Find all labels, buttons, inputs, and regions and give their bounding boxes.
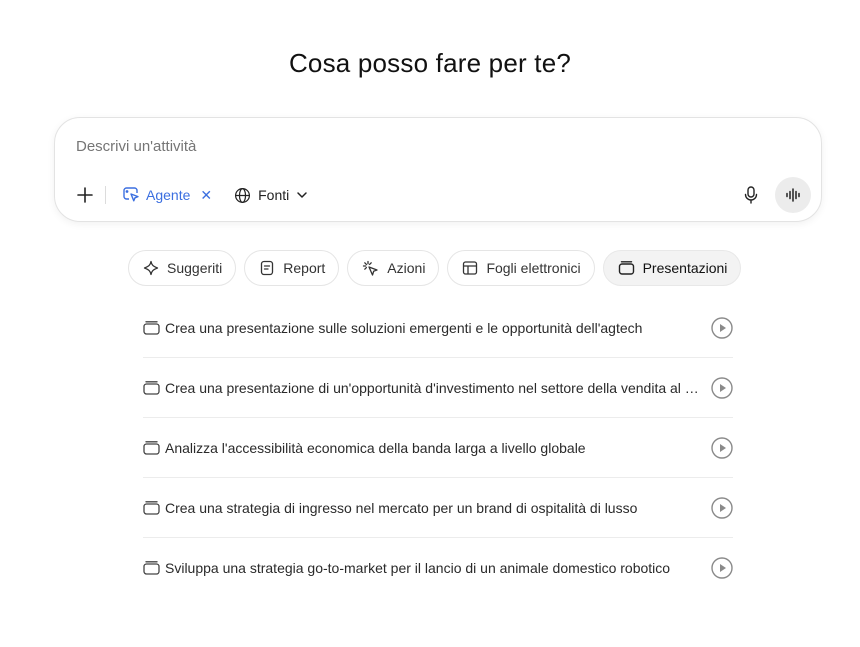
list-item[interactable]: Analizza l'accessibilità economica della… [143,418,733,478]
agent-cursor-icon [123,187,139,202]
microphone-button[interactable] [735,179,767,211]
tab-label: Presentazioni [642,260,728,276]
tab-suggeriti[interactable]: Suggeriti [128,250,237,286]
play-icon[interactable] [711,376,733,399]
list-item[interactable]: Sviluppa una strategia go-to-market per … [143,538,733,598]
slides-icon [618,261,634,275]
voice-waveform-icon [786,188,800,202]
tab-azioni[interactable]: Azioni [347,250,440,286]
composer-toolbar: Agente ✕ Fonti [69,177,811,213]
document-icon [261,260,274,276]
list-item[interactable]: Crea una presentazione sulle soluzioni e… [143,298,733,358]
microphone-icon [744,186,758,204]
page: Cosa posso fare per te? Agente ✕ [0,0,860,647]
composer: Agente ✕ Fonti [54,117,822,222]
slides-icon [143,320,165,336]
suggestion-list: Crea una presentazione sulle soluzioni e… [143,298,733,598]
play-icon[interactable] [711,316,733,339]
tab-report[interactable]: Report [244,250,340,286]
tab-label: Fogli elettronici [486,260,581,276]
suggestion-text: Analizza l'accessibilità economica della… [165,439,586,456]
slides-icon [143,500,165,516]
tab-fogli-elettronici[interactable]: Fogli elettronici [447,250,595,286]
slides-icon [143,440,165,456]
close-icon[interactable]: ✕ [200,187,212,204]
sparkle-icon [143,260,159,276]
agent-label: Agente [146,187,191,203]
tab-label: Suggeriti [167,260,223,276]
tab-presentazioni[interactable]: Presentazioni [602,250,742,286]
toolbar-divider [105,186,106,204]
plus-icon [77,187,93,203]
tab-label: Azioni [387,260,426,276]
suggestion-text: Crea una presentazione sulle soluzioni e… [165,319,643,336]
voice-mode-button[interactable] [775,177,811,213]
list-item[interactable]: Crea una strategia di ingresso nel merca… [143,478,733,538]
chevron-down-icon [297,192,307,198]
globe-icon [235,187,251,203]
add-button[interactable] [69,179,101,211]
agent-chip[interactable]: Agente ✕ [118,179,216,211]
play-icon[interactable] [711,496,733,519]
sources-label: Fonti [258,187,290,203]
suggestion-text: Sviluppa una strategia go-to-market per … [165,560,671,576]
sources-dropdown[interactable]: Fonti [234,179,308,211]
slides-icon [143,560,165,576]
tab-label: Report [283,260,326,276]
play-icon[interactable] [711,557,733,579]
click-icon [363,260,378,276]
slides-icon [143,380,165,396]
suggestion-text: Crea una presentazione di un'opportunità… [165,379,711,396]
page-title: Cosa posso fare per te? [288,48,572,78]
table-icon [463,261,478,275]
suggestion-text: Crea una strategia di ingresso nel merca… [165,499,638,516]
play-icon[interactable] [711,436,733,459]
list-item[interactable]: Crea una presentazione di un'opportunità… [143,358,733,418]
category-tabs: Suggeriti Report Azioni Fogli elettronic… [128,250,742,286]
task-input[interactable] [76,138,676,155]
